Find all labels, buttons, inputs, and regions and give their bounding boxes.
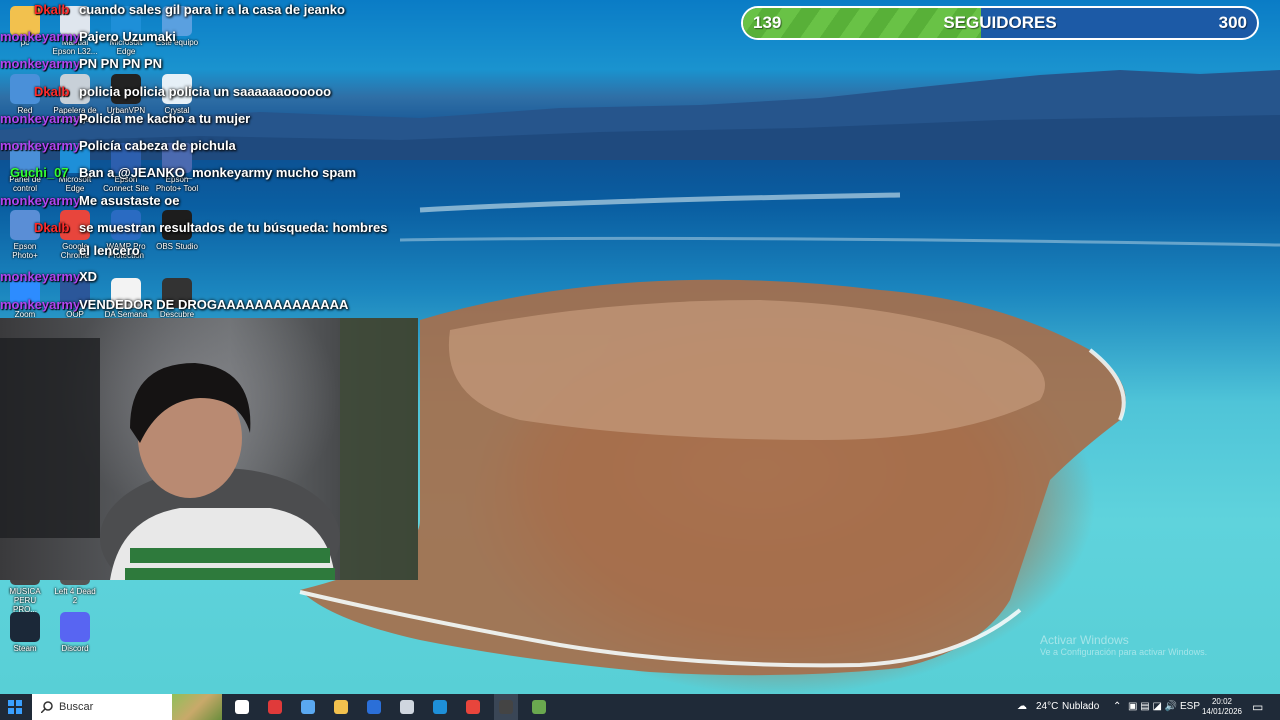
start-button[interactable] xyxy=(0,694,30,720)
chat-username: monkeyarmy xyxy=(0,297,81,312)
watermark-subtitle: Ve a Configuración para activar Windows. xyxy=(1040,647,1208,657)
mail-taskbar-button[interactable] xyxy=(362,694,386,720)
watermark-title: Activar Windows xyxy=(1040,633,1129,647)
edge-taskbar-taskbar-button[interactable] xyxy=(428,694,452,720)
minecraft-icon xyxy=(532,700,546,714)
task-view-taskbar-button[interactable] xyxy=(230,694,254,720)
mail-icon xyxy=(367,700,381,714)
clock[interactable]: 20:02 14/01/2026 xyxy=(1200,694,1244,720)
chrome-taskbar-taskbar-button[interactable] xyxy=(461,694,485,720)
notification-icon[interactable]: ▭ xyxy=(1252,694,1263,720)
chat-username: Dkalb xyxy=(34,220,70,235)
windows-logo-icon xyxy=(8,700,22,714)
desktop-icon-steam[interactable]: Steam xyxy=(1,612,49,653)
chat-text: policia policia policia un saaaaaaoooooo xyxy=(79,84,332,99)
desktop-icon-label: Epson Photo+ xyxy=(12,242,38,260)
chat-username: Dkalb xyxy=(34,2,70,17)
copilot-icon xyxy=(301,700,315,714)
copilot-taskbar-button[interactable] xyxy=(296,694,320,720)
clock-date: 14/01/2026 xyxy=(1201,707,1243,716)
webcam-overlay xyxy=(0,318,418,580)
weather-desc[interactable]: Nublado xyxy=(1062,694,1099,720)
chrome-taskbar-icon xyxy=(466,700,480,714)
chat-text: cuando sales gil para ir a la casa de je… xyxy=(79,2,345,17)
chat-username: monkeyarmy xyxy=(0,193,81,208)
taskbar-search-box[interactable]: Buscar xyxy=(32,694,222,720)
creative-cloud-taskbar-button[interactable] xyxy=(263,694,287,720)
desktop-icon-label: OBS Studio xyxy=(156,242,198,251)
desktop-icon-epson-photo[interactable]: Epson Photo+ xyxy=(1,210,49,260)
chat-text: VENDEDOR DE DROGAAAAAAAAAAAAAA xyxy=(79,297,349,312)
desktop-icon-discord[interactable]: Discord xyxy=(51,612,99,653)
discord-icon xyxy=(60,612,90,642)
creative-cloud-icon xyxy=(268,700,282,714)
chat-username: Dkalb xyxy=(34,84,70,99)
file-explorer-taskbar-button[interactable] xyxy=(329,694,353,720)
chat-username: Guchi_07 xyxy=(10,165,69,180)
chat-text: Pajero Uzumaki xyxy=(79,29,176,44)
chat-username: monkeyarmy xyxy=(0,111,81,126)
discord-taskbar-icon xyxy=(400,700,414,714)
webcam-person xyxy=(0,318,418,580)
minecraft-taskbar-button[interactable] xyxy=(527,694,551,720)
taskbar: Buscar ☁ 24°C Nublado ⌃ ▣ ▤ ◪ 🔊 ESP 20:0… xyxy=(0,694,1280,720)
desktop-icon-label: Steam xyxy=(13,644,37,653)
desktop-icon-label: Discord xyxy=(61,644,89,653)
tray-overflow-icon[interactable]: ⌃ xyxy=(1113,694,1121,720)
tray-app-icons[interactable]: ▣ ▤ ◪ 🔊 xyxy=(1128,694,1177,720)
obs-taskbar-taskbar-button[interactable] xyxy=(494,694,518,720)
chat-text: PN PN PN PN xyxy=(79,56,163,71)
chat-text: el lencero xyxy=(79,243,140,258)
clock-time: 20:02 xyxy=(1211,697,1233,706)
chat-text: Policía cabeza de pichula xyxy=(79,138,236,153)
chat-text: Ban a @JEANKO_monkeyarmy mucho spam xyxy=(79,165,357,180)
discord-taskbar-taskbar-button[interactable] xyxy=(395,694,419,720)
activation-watermark: Activar Windows Ve a Configuración para … xyxy=(1040,633,1207,657)
file-explorer-icon xyxy=(334,700,348,714)
task-view-icon xyxy=(235,700,249,714)
input-language[interactable]: ESP xyxy=(1180,694,1200,720)
chat-text: XD xyxy=(79,269,98,284)
desktop-wallpaper: pc Manual Epson L32... Microsoft Edge Este … xyxy=(0,0,1280,694)
search-highlight-image xyxy=(172,694,222,720)
edge-taskbar-icon xyxy=(433,700,447,714)
chat-username: monkeyarmy xyxy=(0,138,81,153)
chat-username: monkeyarmy xyxy=(0,269,81,284)
follower-goal-bar: 139 SEGUIDORES 300 xyxy=(741,6,1259,40)
chat-username: monkeyarmy xyxy=(0,56,81,71)
weather-temp[interactable]: 24°C xyxy=(1036,694,1058,720)
chat-username: monkeyarmy xyxy=(0,29,81,44)
desktop-icon-label: Left 4 Dead 2 xyxy=(54,587,96,605)
chat-text: Me asustaste oe xyxy=(79,193,180,208)
weather-cloud-icon[interactable]: ☁ xyxy=(1017,694,1027,720)
follower-goal-label: SEGUIDORES xyxy=(943,13,1057,32)
obs-taskbar-icon xyxy=(499,700,513,714)
search-placeholder: Buscar xyxy=(59,701,94,713)
desktop-icon-label: MUSICA PERU PRO... xyxy=(9,587,41,614)
search-icon xyxy=(41,701,53,713)
steam-icon xyxy=(10,612,40,642)
chat-text: Policía me kacho a tu mujer xyxy=(79,111,251,126)
follower-goal-count: 300 xyxy=(1218,13,1247,32)
chat-text: se muestran resultados de tu búsqueda: h… xyxy=(79,220,388,235)
